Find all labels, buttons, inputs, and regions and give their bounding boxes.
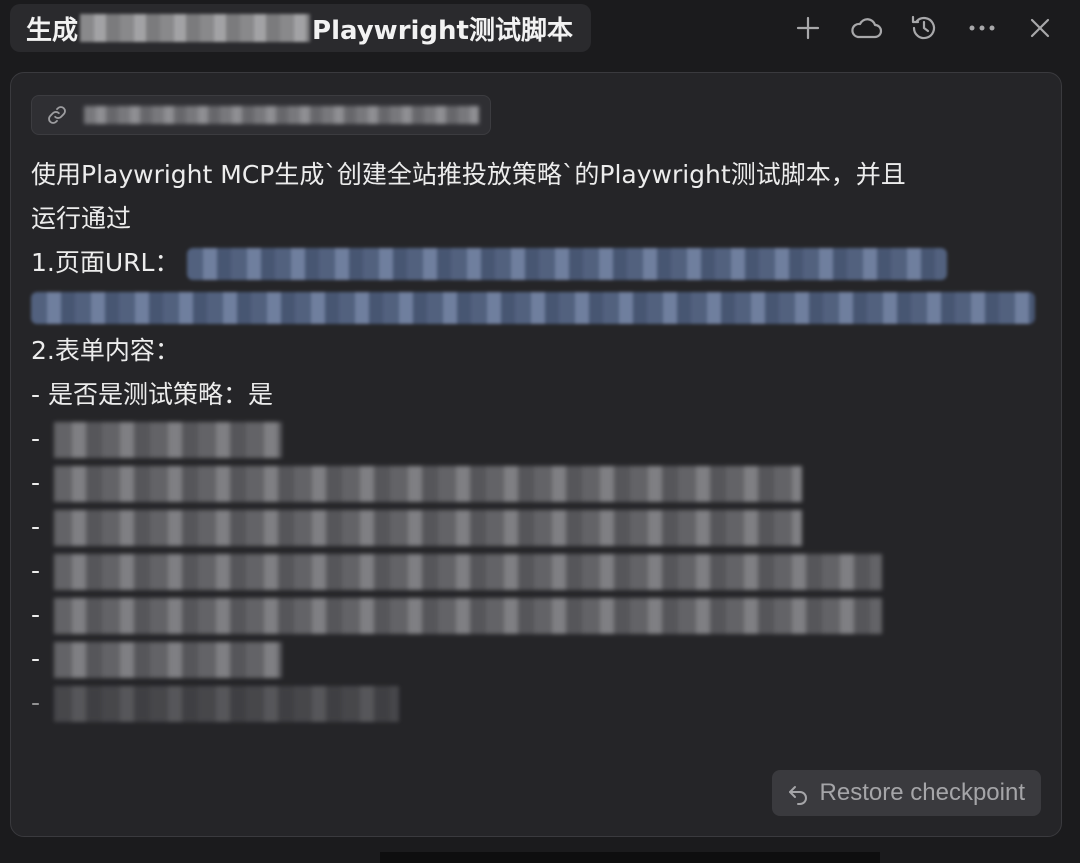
plus-icon[interactable] xyxy=(790,10,826,46)
redacted-text xyxy=(53,422,282,458)
url-link-redacted[interactable] xyxy=(187,248,948,280)
history-icon[interactable] xyxy=(906,10,942,46)
redacted-text xyxy=(53,686,399,722)
prompt-line-2: 运行通过 xyxy=(31,204,132,233)
bottom-strip xyxy=(380,852,880,863)
title-redacted xyxy=(80,14,311,42)
url-link-redacted-cont[interactable] xyxy=(31,292,1035,324)
close-icon[interactable] xyxy=(1022,10,1058,46)
bullet-redacted-6: - xyxy=(31,637,1041,681)
restore-checkpoint-button[interactable]: Restore checkpoint xyxy=(771,770,1041,816)
bullet-dash: - xyxy=(31,556,41,585)
url-line-cont xyxy=(31,285,1041,329)
url-label: 1.页面URL： xyxy=(31,248,180,277)
redacted-text xyxy=(53,642,282,678)
bullet-dash: - xyxy=(31,600,41,629)
more-icon[interactable] xyxy=(964,10,1000,46)
top-actions xyxy=(790,10,1058,46)
bullet-redacted-2: - xyxy=(31,461,1041,505)
message-text: 使用Playwright MCP生成`创建全站推投放策略`的Playwright… xyxy=(31,153,1041,725)
chat-title[interactable]: 生成 Playwright测试脚本 xyxy=(10,4,591,52)
form-label: 2.表单内容： xyxy=(31,336,180,365)
cloud-icon[interactable] xyxy=(848,10,884,46)
url-line: 1.页面URL： xyxy=(31,241,1041,285)
redacted-text xyxy=(53,598,882,634)
context-link-chip[interactable] xyxy=(31,95,491,135)
undo-icon xyxy=(788,786,807,805)
bullet-test-strategy: - 是否是测试策略：是 xyxy=(31,380,273,409)
redacted-text xyxy=(53,466,802,502)
prompt-line-1: 使用Playwright MCP生成`创建全站推投放策略`的Playwright… xyxy=(31,160,906,189)
bullet-dash: - xyxy=(31,512,41,541)
bullet-redacted-7: - xyxy=(31,681,1041,725)
top-bar: 生成 Playwright测试脚本 xyxy=(0,0,1080,58)
bullet-redacted-3: - xyxy=(31,505,1041,549)
message-card: 使用Playwright MCP生成`创建全站推投放策略`的Playwright… xyxy=(10,72,1062,837)
link-redacted xyxy=(84,106,479,124)
redacted-text xyxy=(53,554,882,590)
bullet-dash: - xyxy=(31,424,41,453)
restore-label: Restore checkpoint xyxy=(819,779,1025,806)
bullet-dash: - xyxy=(31,688,41,717)
bullet-dash: - xyxy=(31,644,41,673)
title-suffix: Playwright测试脚本 xyxy=(312,15,573,46)
title-prefix: 生成 xyxy=(26,15,79,46)
bullet-redacted-4: - xyxy=(31,549,1041,593)
link-icon xyxy=(48,106,66,124)
bullet-redacted-5: - xyxy=(31,593,1041,637)
bullet-dash: - xyxy=(31,468,41,497)
redacted-text xyxy=(53,510,802,546)
bullet-redacted-1: - xyxy=(31,417,1041,461)
